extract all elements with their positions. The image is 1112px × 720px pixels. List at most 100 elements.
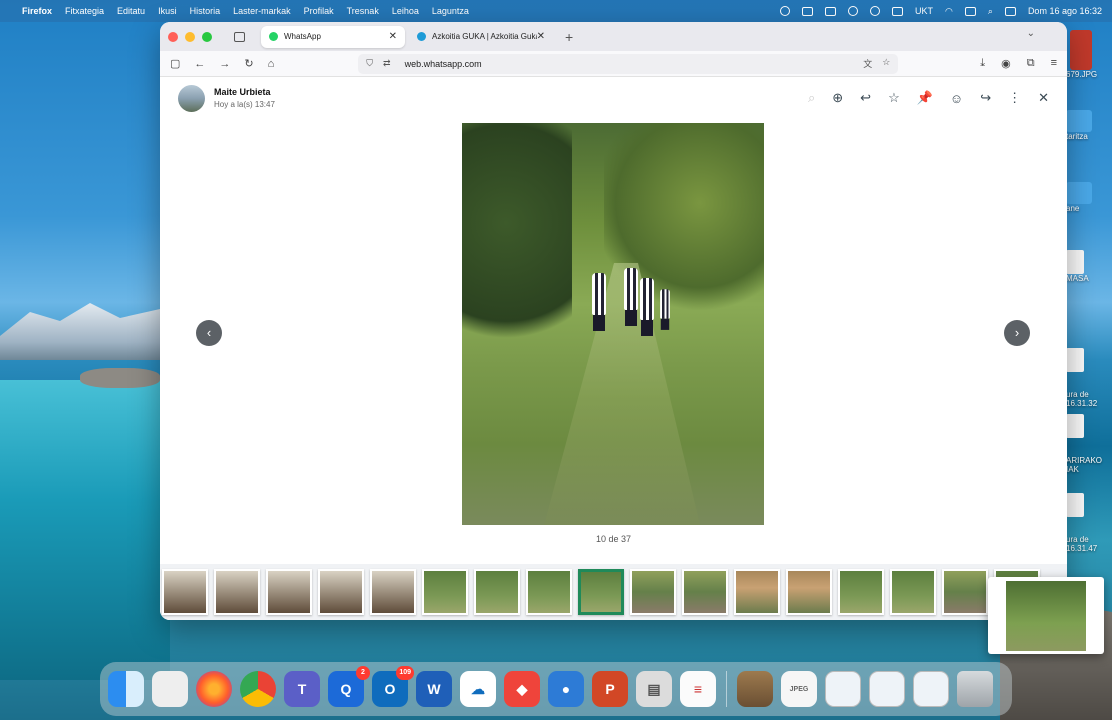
menu-tresnak[interactable]: Tresnak [347,6,379,16]
media-thumbnail[interactable] [474,569,520,615]
dock-onedrive-icon[interactable]: ☁ [460,671,496,707]
dock-outlook-icon[interactable]: O 109 [372,666,414,707]
dock-firefox-icon[interactable] [196,671,232,707]
dock-screenshot-icon[interactable] [913,671,949,707]
media-thumbnail-active[interactable] [578,569,624,615]
new-tab-icon[interactable]: + [565,29,573,45]
menu-historia[interactable]: Historia [190,6,221,16]
url-host[interactable]: web.whatsapp.com [405,59,482,69]
media-thumbnail[interactable] [838,569,884,615]
battery-icon[interactable] [964,6,976,16]
reply-icon[interactable]: ↩ [860,90,871,106]
back-icon[interactable]: ← [194,58,205,70]
next-media-button[interactable]: › [1004,320,1030,346]
translate-icon[interactable]: 文 [863,57,872,70]
media-thumbnail[interactable] [890,569,936,615]
dock-preview-icon[interactable]: ▤ [636,671,672,707]
clock-label[interactable]: Dom 16 ago 16:32 [1028,6,1102,16]
desktop-folder-ane[interactable]: ane [1066,182,1092,213]
chevron-down-icon[interactable]: ⌄ [1027,28,1035,39]
menu-leihoa[interactable]: Leihoa [392,6,419,16]
search-app-icon[interactable] [848,6,859,16]
menu-ikusi[interactable]: Ikusi [158,6,177,16]
close-viewer-icon[interactable]: ✕ [1038,90,1049,106]
media-thumbnail[interactable] [266,569,312,615]
menu-laster-markak[interactable]: Laster-markak [233,6,291,16]
tab-azkoitia-guka[interactable]: Azkoitia GUKA | Azkoitia Guka ✕ [409,26,553,48]
desktop-file-679-jpg[interactable]: 679.JPG [1066,30,1097,79]
sidebar-icon[interactable]: ▢ [170,57,180,70]
spotlight-icon[interactable]: ⌕ [988,6,993,17]
screenshot-floating-preview[interactable] [988,577,1104,654]
extensions-icon[interactable]: ⧉ [1027,57,1035,70]
creative-cloud-icon[interactable] [780,6,791,16]
media-thumbnail[interactable] [370,569,416,615]
close-window-button[interactable] [168,31,178,42]
pin-icon[interactable]: 📌 [917,90,933,106]
menu-laguntza[interactable]: Laguntza [432,6,469,16]
reload-icon[interactable]: ↻ [244,57,253,70]
media-thumbnail[interactable] [630,569,676,615]
menu-profilak[interactable]: Profilak [304,6,334,16]
emoji-react-icon[interactable]: ☺ [950,91,963,106]
tab-whatsapp[interactable]: WhatsApp ✕ [261,25,405,48]
menu-icon[interactable]: ≡ [1051,57,1057,70]
dock-word-icon[interactable]: W [416,671,452,707]
dock-zoom-icon[interactable]: ● [548,671,584,707]
wifi-icon[interactable]: ◠ [945,6,953,17]
menu-editatu[interactable]: Editatu [117,6,145,16]
media-thumbnail[interactable] [422,569,468,615]
media-thumbnail[interactable] [786,569,832,615]
previous-media-button[interactable]: ‹ [196,320,222,346]
dock-finder-icon[interactable] [108,671,144,707]
minimize-window-button[interactable] [185,31,195,42]
forward-icon[interactable]: ↪ [980,90,991,106]
teams-status-icon[interactable] [825,6,837,16]
camera-icon[interactable] [802,6,814,16]
bookmark-star-icon[interactable]: ☆ [882,57,890,70]
close-tab-icon[interactable]: ✕ [389,31,397,42]
keyboard-icon[interactable] [892,6,904,16]
star-icon[interactable]: ☆ [888,90,900,106]
dock-qr-app-icon[interactable]: Q 2 [328,666,370,707]
desktop-folder-taritza[interactable]: taritza [1066,110,1092,141]
media-thumbnail[interactable] [942,569,988,615]
url-bar[interactable]: ⛉ ⇄ web.whatsapp.com 文 ☆ [358,53,899,74]
zoom-in-icon[interactable]: ⊕ [832,90,843,106]
close-tab-icon[interactable]: ✕ [537,31,545,42]
dock-screenshot-icon[interactable] [825,671,861,707]
permissions-icon[interactable]: ⇄ [383,58,391,69]
account-icon[interactable]: ◉ [1001,57,1011,70]
avatar[interactable] [178,84,205,112]
shield-icon[interactable]: ⛉ [366,58,373,69]
dock-teams-icon[interactable]: T [284,671,320,707]
input-source-label[interactable]: UKT [915,6,933,16]
dock-anydesk-icon[interactable]: ◆ [504,671,540,707]
tab-list-icon[interactable] [234,31,245,42]
media-photo[interactable] [462,123,764,525]
media-thumbnail[interactable] [214,569,260,615]
media-thumbnail[interactable] [682,569,728,615]
media-thumbnail[interactable] [162,569,208,615]
fullscreen-window-button[interactable] [202,31,212,42]
dock-recent-photo-icon[interactable] [737,671,773,707]
dock-launchpad-icon[interactable] [152,671,188,707]
home-icon[interactable]: ⌂ [268,58,275,70]
desktop-file-arirako[interactable]: ARIRAKO IAK [1066,396,1102,483]
dock-chrome-icon[interactable] [240,671,276,707]
dock-trash-icon[interactable] [957,671,993,707]
desktop-screenshot-2[interactable]: ura de 16.31.47 [1066,475,1097,562]
play-icon[interactable] [870,6,881,16]
more-options-icon[interactable]: ⋮ [1008,90,1021,106]
dock-screenshot-icon[interactable] [869,671,905,707]
dock-notes-icon[interactable]: ≡ [680,671,716,707]
desktop-file-masa[interactable]: MASA [1066,250,1089,283]
media-thumbnail[interactable] [526,569,572,615]
menu-fitxategia[interactable]: Fitxategia [65,6,104,16]
dock-powerpoint-icon[interactable]: P [592,671,628,707]
control-center-icon[interactable] [1004,6,1016,16]
menu-app-name[interactable]: Firefox [22,6,52,16]
media-thumbnail[interactable] [734,569,780,615]
download-icon[interactable]: ⤓ [980,57,985,70]
media-thumbnail[interactable] [318,569,364,615]
